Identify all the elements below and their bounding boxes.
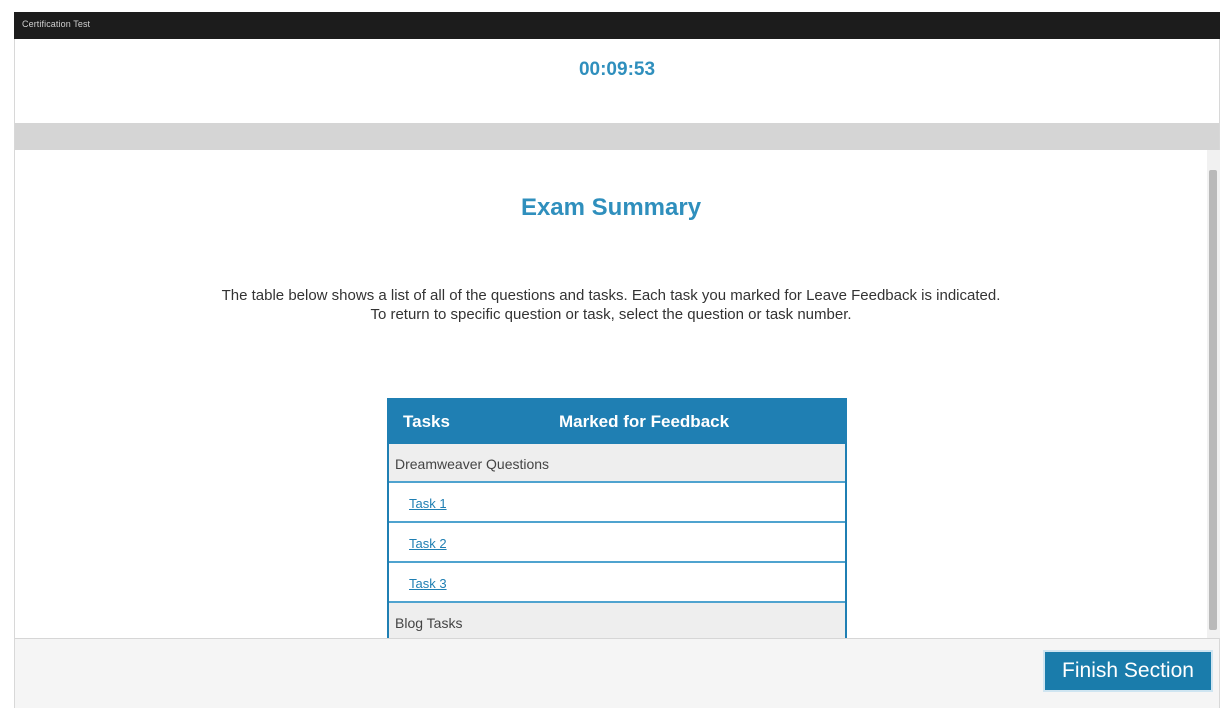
window-titlebar: Certification Test [14, 12, 1220, 39]
scroll-thumb[interactable] [1209, 170, 1217, 630]
group-row: Blog Tasks [389, 603, 845, 638]
task-table: Tasks Marked for Feedback Dreamweaver Qu… [387, 398, 847, 638]
exam-frame: 00:09:53 Exam Summary The table below sh… [14, 39, 1220, 708]
navigation-band [15, 123, 1219, 150]
task-row: Task 3 [389, 563, 845, 603]
vertical-scrollbar[interactable] [1207, 150, 1220, 638]
header-tasks: Tasks [403, 412, 450, 431]
task-2-link[interactable]: Task 2 [409, 536, 447, 551]
summary-content: Exam Summary The table below shows a lis… [15, 150, 1207, 638]
summary-title: Exam Summary [520, 194, 702, 221]
task-3-link[interactable]: Task 3 [409, 576, 447, 591]
footer-bar: Finish Section [15, 638, 1219, 708]
task-1-link[interactable]: Task 1 [409, 496, 447, 511]
task-row: Task 2 [389, 523, 845, 563]
finish-section-button[interactable]: Finish Section [1043, 650, 1213, 692]
table-header: Tasks Marked for Feedback [389, 400, 845, 444]
exam-window: Certification Test 00:09:53 Exam Summary… [0, 0, 1220, 708]
group-row: Dreamweaver Questions [389, 444, 845, 483]
countdown-timer: 00:09:53 [578, 59, 656, 80]
header-marked-for-feedback: Marked for Feedback [559, 412, 730, 431]
task-row: Task 1 [389, 483, 845, 523]
window-title: Certification Test [22, 19, 91, 29]
summary-description: The table below shows a list of all of t… [221, 287, 1001, 323]
timer-bar: 00:09:53 [15, 39, 1219, 123]
